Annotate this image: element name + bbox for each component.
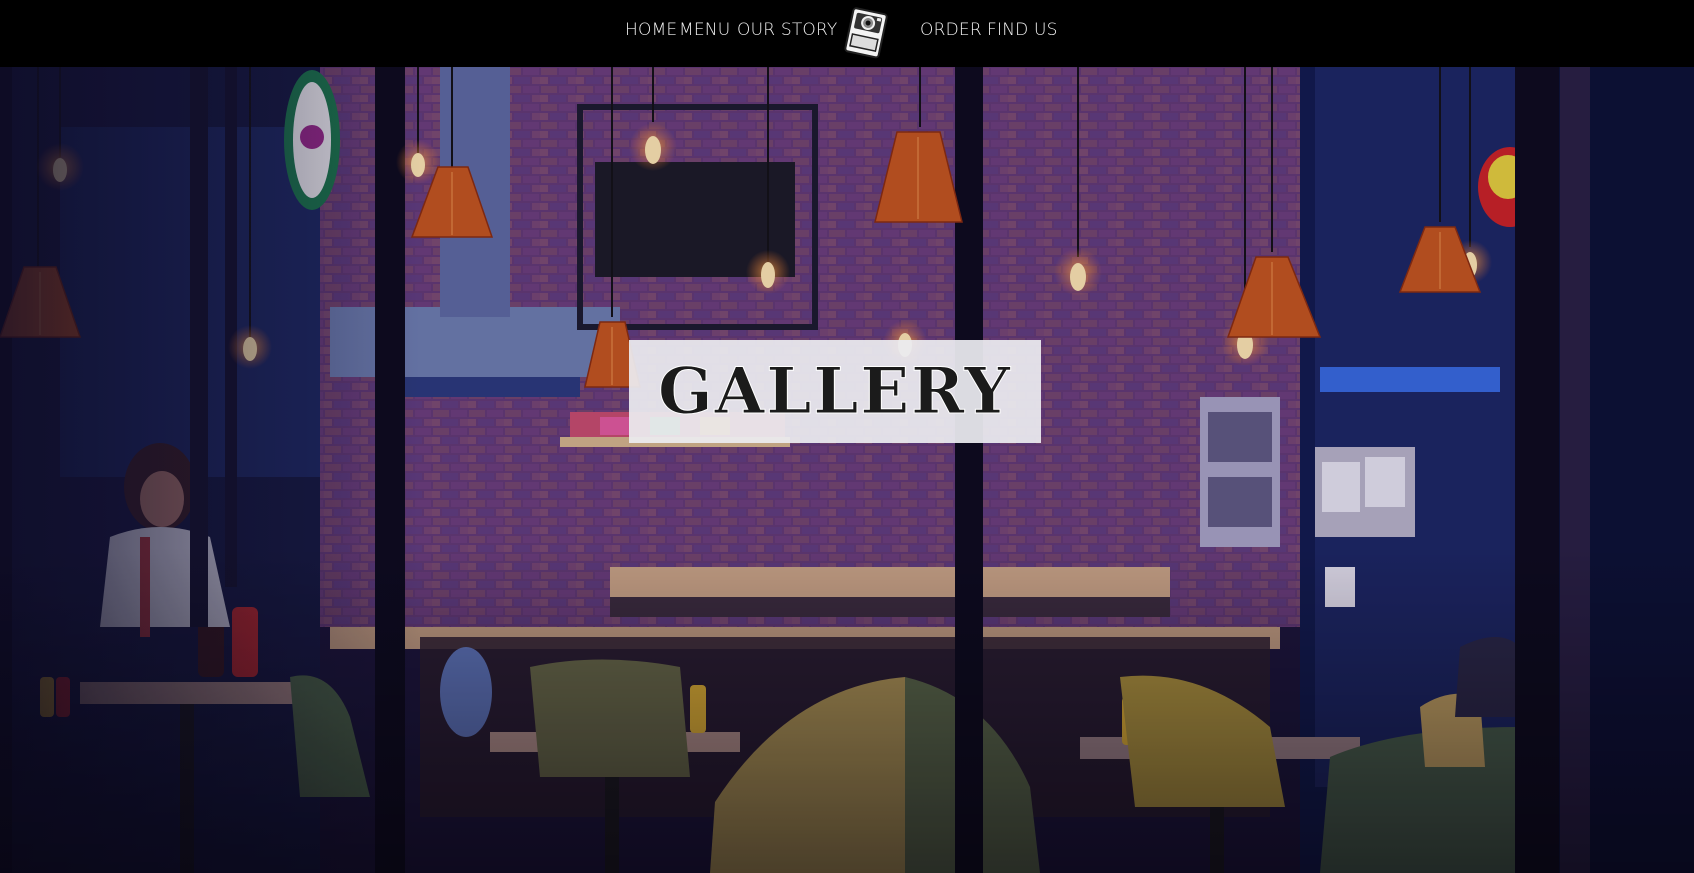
nav-home-link[interactable]: HOME: [625, 20, 677, 40]
polaroid-camera-icon[interactable]: [843, 5, 891, 61]
gallery-hero: GALLERY: [0, 67, 1694, 873]
top-navigation-bar: HOME MENU OUR STORY ORDER FIND US: [0, 0, 1694, 67]
gallery-title-box: GALLERY: [629, 340, 1041, 443]
nav-order-link[interactable]: ORDER: [920, 20, 982, 40]
page-title: GALLERY: [658, 354, 1012, 430]
nav-menu-link[interactable]: MENU: [679, 20, 730, 40]
nav-our-story-link[interactable]: OUR STORY: [737, 20, 838, 40]
nav-find-us-link[interactable]: FIND US: [987, 20, 1058, 40]
restaurant-interior-photo: [0, 67, 1694, 873]
